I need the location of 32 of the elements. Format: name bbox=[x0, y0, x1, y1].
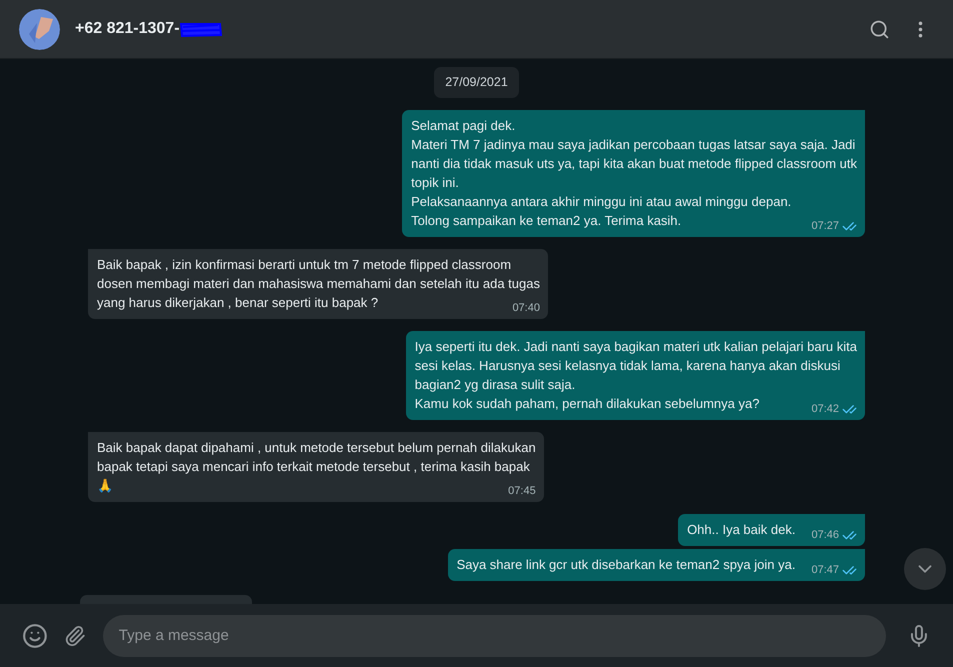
message-time: 07:47 bbox=[811, 562, 839, 578]
message-text: bapak tetapi saya mencari info terkait metode tersebut , terima kasih bapak bbox=[97, 458, 530, 474]
message-time: 07:27 bbox=[811, 218, 839, 234]
emoji-icon[interactable] bbox=[22, 622, 48, 648]
message-time: 07:40 bbox=[512, 300, 540, 316]
message-text: Tolong sampaikan ke teman2 ya. Terima kasih. bbox=[411, 212, 682, 230]
contact-name: +62 821-1307- bbox=[75, 19, 180, 39]
message-text: Baik bapak dapat dipahami , untuk metode tersebut belum pernah dilakukan bbox=[97, 440, 536, 455]
message-time: 07:46 bbox=[811, 528, 839, 543]
message-text: Kamu kok sudah paham, pernah dilakukan sebelumnya ya? bbox=[414, 394, 760, 413]
message-text: Materi TM 7 jadinya mau saya jadikan percobaan tugas latsar saya saja. Jadi bbox=[411, 136, 856, 152]
message-time: 07:42 bbox=[811, 402, 839, 417]
message-text: Selamat pagi dek. bbox=[411, 118, 516, 133]
message-text: nanti dia tidak masuk uts ya, tapi kita akan buat metode flipped classroom utk bbox=[411, 156, 857, 171]
message-text: Saya share link gcr utk disebarkan ke teman2 spya join ya. bbox=[456, 556, 796, 574]
scroll-down-button[interactable] bbox=[904, 548, 946, 590]
message-text: dosen membagi materi dan mahasiswa memahami dan setelah itu ada tugas bbox=[97, 276, 540, 291]
message-text: sesi kelas. Harusnya sesi kelasnya tidak lama, karena hanya akan diskusi bbox=[414, 358, 840, 373]
message-text: topik ini. bbox=[411, 174, 459, 190]
date-chip: 27/09/2021 bbox=[434, 67, 519, 98]
contact-avatar[interactable] bbox=[19, 8, 60, 50]
message-input[interactable]: Type a message bbox=[102, 614, 886, 656]
message-text: Baik bapak , izin konfirmasi berarti untuk tm 7 metode flipped classroom bbox=[97, 256, 512, 272]
attach-icon[interactable] bbox=[64, 624, 86, 646]
search-icon[interactable] bbox=[869, 18, 890, 40]
message-text: yang harus dikerjakan , benar seperti itu bapak ? bbox=[97, 294, 378, 312]
message-text: Iya seperti itu dek. Jadi nanti saya bagikan materi utk kalian pelajari baru kita bbox=[414, 338, 857, 354]
message-text: Ohh.. Iya baik dek. bbox=[687, 520, 796, 539]
message-time: 07:45 bbox=[508, 484, 536, 499]
message-text: bagian2 yg dirasa sulit saja. bbox=[414, 376, 576, 392]
message-text: 🙏 bbox=[97, 476, 113, 495]
message-text: Pelaksanaannya antara akhir minggu ini atau awal minggu depan. bbox=[411, 194, 792, 209]
